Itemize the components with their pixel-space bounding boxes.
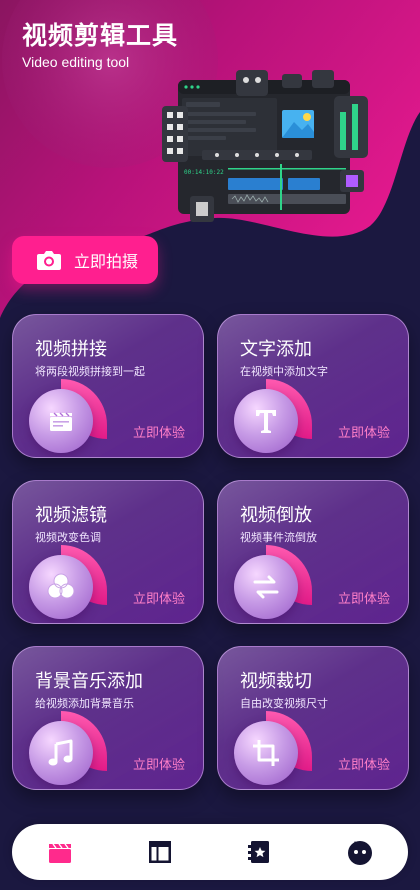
camera-icon — [37, 251, 61, 270]
app-title: 视频剪辑工具 — [22, 21, 179, 50]
timecode-label: 00:14:10:22 — [184, 169, 224, 176]
feature-card-video-merge[interactable]: 视频拼接 将两段视频拼接到一起 立即体验 — [12, 314, 204, 458]
feature-title: 视频倒放 — [240, 505, 312, 526]
feature-card-background-music[interactable]: 背景音乐添加 给视频添加背景音乐 立即体验 — [12, 646, 204, 790]
try-now-link[interactable]: 立即体验 — [338, 422, 390, 441]
feature-description: 视频事件流倒放 — [240, 531, 317, 544]
feature-description: 在视频中添加文字 — [240, 365, 328, 378]
clapperboard-icon[interactable] — [46, 838, 74, 866]
feature-description: 给视频添加背景音乐 — [35, 697, 134, 710]
feature-card-add-text[interactable]: 文字添加 在视频中添加文字 立即体验 — [217, 314, 409, 458]
layout-icon[interactable] — [146, 838, 174, 866]
bottom-navigation — [12, 824, 408, 880]
feature-icon-orb — [234, 389, 298, 453]
crop-icon — [253, 740, 279, 766]
feature-title: 背景音乐添加 — [35, 671, 143, 692]
ghost-face-icon[interactable] — [346, 838, 374, 866]
app-screen: 视频剪辑工具 Video editing tool 00:14:10:22 立即… — [0, 0, 420, 890]
feature-icon-orb — [29, 721, 93, 785]
bookmark-star-icon[interactable] — [246, 838, 274, 866]
try-now-link[interactable]: 立即体验 — [133, 754, 185, 773]
feature-description: 将两段视频拼接到一起 — [35, 365, 145, 378]
feature-title: 视频拼接 — [35, 339, 107, 360]
video-editor-illustration: 00:14:10:22 — [162, 70, 368, 222]
feature-icon-orb — [29, 555, 93, 619]
feature-title: 视频裁切 — [240, 671, 312, 692]
shoot-now-label: 立即拍摄 — [74, 252, 139, 271]
try-now-link[interactable]: 立即体验 — [133, 422, 185, 441]
feature-title: 视频滤镜 — [35, 505, 107, 526]
feature-card-video-crop[interactable]: 视频裁切 自由改变视频尺寸 立即体验 — [217, 646, 409, 790]
music-note-icon — [48, 739, 73, 766]
clapperboard-icon — [50, 412, 72, 431]
feature-description: 自由改变视频尺寸 — [240, 697, 328, 710]
app-subtitle: Video editing tool — [22, 54, 130, 70]
shoot-now-button[interactable]: 立即拍摄 — [12, 236, 158, 284]
feature-card-video-filter[interactable]: 视频滤镜 视频改变色调 立即体验 — [12, 480, 204, 624]
try-now-link[interactable]: 立即体验 — [338, 754, 390, 773]
feature-icon-orb — [29, 389, 93, 453]
feature-description: 视频改变色调 — [35, 531, 101, 544]
feature-icon-orb — [234, 555, 298, 619]
try-now-link[interactable]: 立即体验 — [133, 588, 185, 607]
feature-title: 文字添加 — [240, 339, 312, 360]
filter-circles-icon — [47, 573, 75, 599]
text-t-icon — [256, 410, 276, 433]
try-now-link[interactable]: 立即体验 — [338, 588, 390, 607]
feature-card-video-reverse[interactable]: 视频倒放 视频事件流倒放 立即体验 — [217, 480, 409, 624]
feature-icon-orb — [234, 721, 298, 785]
swap-arrows-icon — [253, 575, 279, 599]
